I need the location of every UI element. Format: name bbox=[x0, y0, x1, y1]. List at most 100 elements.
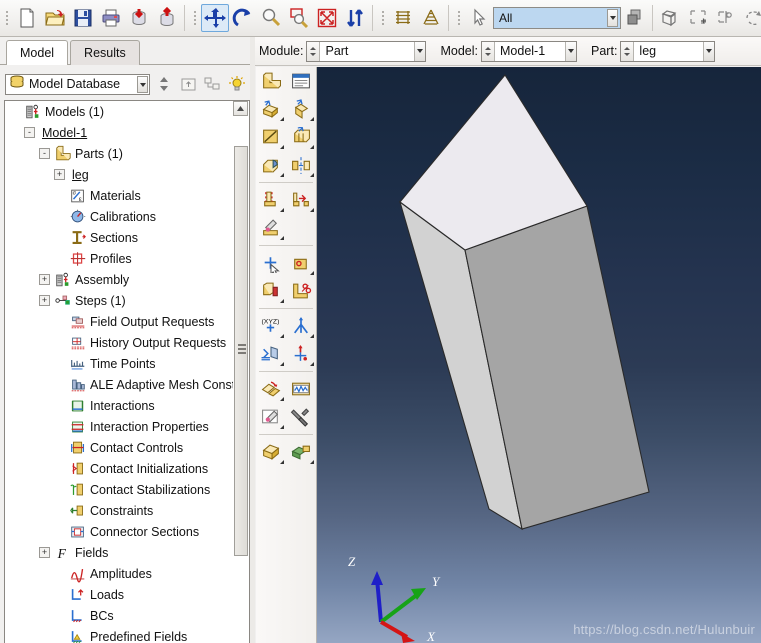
flyout-corner-icon[interactable] bbox=[280, 425, 284, 429]
datum-csys-icon[interactable]: (XYZ) bbox=[256, 312, 286, 340]
scroll-up-button[interactable] bbox=[233, 101, 248, 116]
datum-point-offset-icon[interactable] bbox=[286, 340, 316, 368]
model-spinner-icon[interactable] bbox=[482, 41, 496, 61]
chevron-down-icon[interactable] bbox=[414, 41, 426, 61]
geometry-repair-icon[interactable] bbox=[286, 438, 316, 466]
tree-item-sections[interactable]: Sections bbox=[5, 227, 233, 248]
intersect-group-icon[interactable] bbox=[712, 4, 740, 32]
partition-face-icon[interactable] bbox=[256, 186, 286, 214]
chevron-down-icon[interactable] bbox=[565, 41, 577, 61]
open-folder-icon[interactable] bbox=[41, 4, 69, 32]
import-icon[interactable] bbox=[125, 4, 153, 32]
tree-item-amplitudes[interactable]: Amplitudes bbox=[5, 563, 233, 584]
tree-item-materials[interactable]: ε σ Materials bbox=[5, 185, 233, 206]
tree-item-contact-initializations[interactable]: Contact Initializations bbox=[5, 458, 233, 479]
tree-item-ale-adaptive-mesh-constrai[interactable]: ALE Adaptive Mesh Constrai bbox=[5, 374, 233, 395]
part-spinner-icon[interactable] bbox=[621, 41, 635, 61]
wireframe-perspective-icon[interactable] bbox=[389, 4, 417, 32]
print-icon[interactable] bbox=[97, 4, 125, 32]
model-combo[interactable]: Model-1 bbox=[481, 40, 578, 62]
tree-item-interaction-properties[interactable]: Interaction Properties bbox=[5, 416, 233, 437]
flyout-corner-icon[interactable] bbox=[280, 145, 284, 149]
tree-item-leg[interactable]: + leg bbox=[5, 164, 233, 185]
model-database-combo[interactable]: Model Database bbox=[5, 73, 150, 95]
module-combo[interactable]: Part bbox=[306, 40, 427, 62]
flyout-corner-icon[interactable] bbox=[280, 236, 284, 240]
remove-group-icon[interactable] bbox=[656, 4, 684, 32]
datum-plane-icon[interactable] bbox=[256, 340, 286, 368]
tree-scrollbar-track[interactable] bbox=[234, 117, 248, 643]
tree-expander[interactable]: + bbox=[54, 169, 65, 180]
auto-fit-icon[interactable] bbox=[313, 4, 341, 32]
create-datum-sketch-icon[interactable] bbox=[256, 214, 286, 242]
tree-scrollbar[interactable] bbox=[233, 100, 250, 643]
feature-edit-icon[interactable] bbox=[286, 375, 316, 403]
chevron-down-icon[interactable] bbox=[703, 41, 715, 61]
module-spinner-icon[interactable] bbox=[307, 41, 321, 61]
undo-group-icon[interactable] bbox=[740, 4, 761, 32]
create-datum-axis-icon[interactable] bbox=[286, 249, 316, 277]
tree-item-models-1[interactable]: Models (1) bbox=[5, 101, 233, 122]
toolbar-grip-view[interactable] bbox=[191, 6, 198, 30]
flyout-corner-icon[interactable] bbox=[280, 460, 284, 464]
trim-extend-icon[interactable] bbox=[286, 277, 316, 305]
edit-feature-icon[interactable] bbox=[256, 403, 286, 431]
tree-item-model-1[interactable]: - Model-1 bbox=[5, 122, 233, 143]
chevron-down-icon[interactable] bbox=[607, 9, 618, 27]
part-combo[interactable]: leg bbox=[620, 40, 716, 62]
add-group-icon[interactable] bbox=[684, 4, 712, 32]
flyout-corner-icon[interactable] bbox=[280, 334, 284, 338]
flyout-corner-icon[interactable] bbox=[280, 299, 284, 303]
create-wire-icon[interactable] bbox=[256, 123, 286, 151]
tree-item-calibrations[interactable]: Calibrations bbox=[5, 206, 233, 227]
tree-item-interactions[interactable]: Interactions bbox=[5, 395, 233, 416]
create-mirror-pattern-icon[interactable] bbox=[286, 151, 316, 179]
partition-cell-icon[interactable] bbox=[286, 186, 316, 214]
tab-results[interactable]: Results bbox=[70, 40, 140, 65]
flyout-corner-icon[interactable] bbox=[280, 362, 284, 366]
tree-item-profiles[interactable]: Profiles bbox=[5, 248, 233, 269]
selection-filter-combo[interactable]: All bbox=[493, 7, 621, 29]
create-datum-point-icon[interactable] bbox=[256, 249, 286, 277]
export-icon[interactable] bbox=[153, 4, 181, 32]
datum-axis-3point-icon[interactable] bbox=[286, 312, 316, 340]
tree-item-assembly[interactable]: + Assembly bbox=[5, 269, 233, 290]
sort-updown-icon[interactable] bbox=[153, 73, 175, 95]
create-shell-extrude-icon[interactable] bbox=[286, 95, 316, 123]
flyout-corner-icon[interactable] bbox=[310, 117, 314, 121]
tab-model[interactable]: Model bbox=[6, 40, 69, 65]
magnify-icon[interactable] bbox=[257, 4, 285, 32]
chevron-down-icon[interactable] bbox=[136, 75, 148, 93]
tree-expander[interactable]: + bbox=[39, 547, 50, 558]
filter-tree-icon[interactable] bbox=[202, 73, 224, 95]
toolbar-grip[interactable] bbox=[3, 6, 10, 30]
toolbar-grip-select[interactable] bbox=[455, 6, 462, 30]
tree-item-parts-1[interactable]: - Parts (1) bbox=[5, 143, 233, 164]
box-zoom-icon[interactable] bbox=[285, 4, 313, 32]
tree-item-constraints[interactable]: Constraints bbox=[5, 500, 233, 521]
tree-item-fields[interactable]: + F Fields bbox=[5, 542, 233, 563]
create-part-icon[interactable] bbox=[256, 67, 286, 95]
tree-item-time-points[interactable]: Time Points bbox=[5, 353, 233, 374]
flyout-corner-icon[interactable] bbox=[310, 145, 314, 149]
viewport-canvas[interactable]: Z Y X https://blog.csdn.net/Hulunbuir bbox=[317, 67, 761, 643]
tree-item-loads[interactable]: Loads bbox=[5, 584, 233, 605]
tree-item-steps-1[interactable]: + Steps (1) bbox=[5, 290, 233, 311]
tree-expander[interactable]: + bbox=[39, 295, 50, 306]
tree-item-history-output-requests[interactable]: History Output Requests bbox=[5, 332, 233, 353]
flyout-corner-icon[interactable] bbox=[310, 173, 314, 177]
create-reference-point-icon[interactable] bbox=[256, 277, 286, 305]
toolbar-grip-render[interactable] bbox=[379, 6, 386, 30]
part-manager-icon[interactable] bbox=[286, 67, 316, 95]
flyout-corner-icon[interactable] bbox=[310, 460, 314, 464]
save-icon[interactable] bbox=[69, 4, 97, 32]
tree-item-contact-controls[interactable]: Contact Controls bbox=[5, 437, 233, 458]
create-cut-extrude-icon[interactable] bbox=[286, 123, 316, 151]
tree-item-bcs[interactable]: BCs bbox=[5, 605, 233, 626]
tree-item-contact-stabilizations[interactable]: Contact Stabilizations bbox=[5, 479, 233, 500]
cycle-views-icon[interactable] bbox=[341, 4, 369, 32]
flyout-corner-icon[interactable] bbox=[280, 117, 284, 121]
lightbulb-icon[interactable] bbox=[227, 73, 249, 95]
flyout-corner-icon[interactable] bbox=[310, 334, 314, 338]
tree-expander[interactable]: - bbox=[39, 148, 50, 159]
